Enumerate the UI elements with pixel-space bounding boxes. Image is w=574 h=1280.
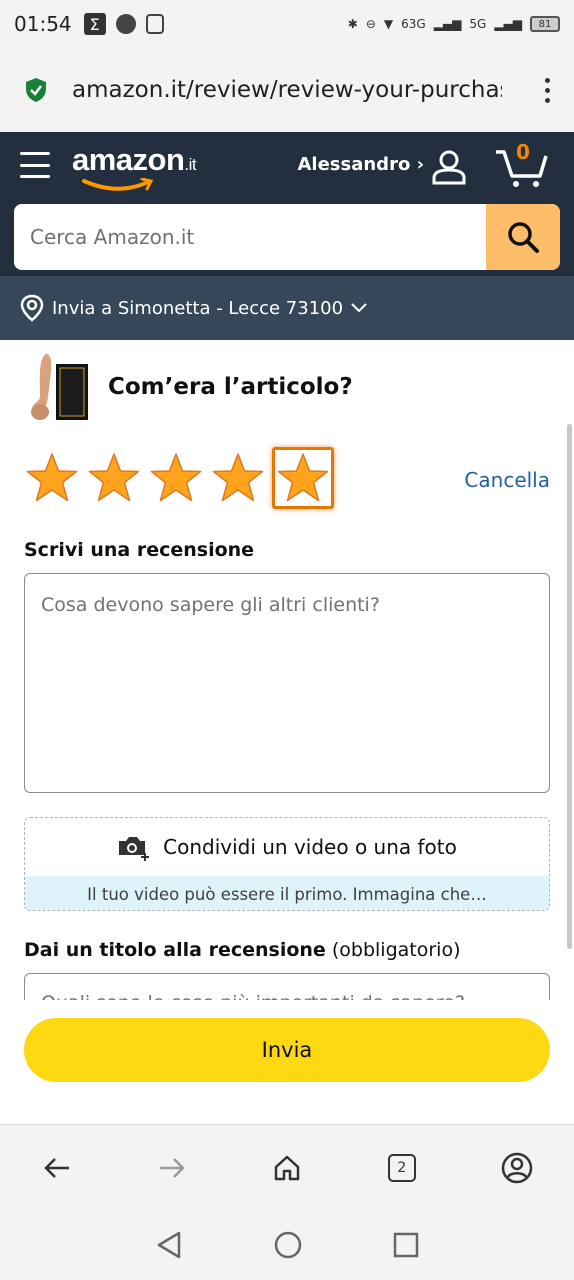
product-header: Com’era l’articolo? — [26, 350, 353, 424]
more-menu-icon[interactable] — [545, 77, 550, 103]
android-nav-bar — [0, 1210, 574, 1280]
media-upload-hint: Il tuo video può essere il primo. Immagi… — [25, 876, 549, 910]
account-link[interactable]: Alessandro › — [297, 154, 424, 175]
tabs-button[interactable]: 2 — [382, 1148, 422, 1188]
profile-button[interactable] — [497, 1148, 537, 1188]
star-1-icon[interactable] — [24, 450, 80, 506]
media-upload-button[interactable]: Condividi un video o una foto — [25, 818, 549, 876]
star-rating — [24, 447, 334, 509]
star-3-icon[interactable] — [148, 450, 204, 506]
star-2-icon[interactable] — [86, 450, 142, 506]
user-icon[interactable] — [430, 148, 468, 186]
home-icon — [274, 1155, 300, 1180]
write-review-label: Scrivi una recensione — [24, 539, 255, 561]
amazon-logo[interactable]: amazon.it — [72, 142, 197, 178]
profile-icon — [501, 1152, 532, 1183]
nav-recents-icon[interactable] — [393, 1232, 419, 1258]
signal-icon: ▂▄▆ — [433, 17, 462, 31]
submit-button[interactable]: Invia — [24, 1018, 550, 1082]
nav-back-icon[interactable] — [155, 1230, 183, 1260]
scrollbar[interactable] — [567, 424, 572, 949]
review-form: Com’era l’articolo? Cancella Scrivi una … — [0, 340, 574, 1000]
forward-arrow-icon — [160, 1157, 185, 1178]
network-label-2: 5G — [469, 17, 487, 31]
back-button[interactable] — [37, 1148, 77, 1188]
product-image — [31, 354, 88, 420]
review-question: Com’era l’articolo? — [108, 374, 353, 400]
search-button[interactable] — [486, 204, 560, 270]
url-bar[interactable]: amazon.it/review/review-your-purchas — [0, 48, 574, 132]
notification-dot-icon — [115, 14, 136, 34]
nav-home-icon[interactable] — [273, 1230, 303, 1260]
signal-icon-2: ▂▄▆ — [494, 17, 522, 31]
search-input[interactable] — [14, 204, 486, 270]
deliver-to-label: Invia a Simonetta - Lecce 73100 — [52, 297, 344, 319]
network-label-1: 63G — [401, 17, 426, 31]
sigma-icon: Σ — [83, 13, 106, 35]
review-textarea[interactable] — [24, 573, 550, 793]
amazon-header: amazon.it Alessandro › 0 — [0, 132, 574, 276]
status-time: 01:54 — [14, 12, 72, 36]
review-title-input[interactable] — [24, 973, 550, 1000]
amazon-smile-icon — [82, 178, 154, 191]
browser-toolbar: 2 — [0, 1124, 574, 1210]
search-bar — [14, 204, 560, 270]
url-text[interactable]: amazon.it/review/review-your-purchas — [72, 77, 502, 103]
battery-icon: 81 — [530, 16, 560, 32]
submit-area: Invia — [0, 1000, 574, 1124]
search-icon — [508, 222, 539, 253]
review-title-label: Dai un titolo alla recensione (obbligato… — [24, 939, 461, 961]
status-bar: 01:54 Σ ✱ ⊖ ▼ 63G ▂▄▆ 5G ▂▄▆ 81 — [0, 0, 574, 48]
location-pin-icon — [20, 294, 44, 322]
dnd-icon: ⊖ — [365, 17, 376, 31]
media-upload-label: Condividi un video o una foto — [163, 835, 457, 859]
bluetooth-icon: ✱ — [347, 17, 358, 31]
cart-count: 0 — [516, 140, 530, 164]
forward-button[interactable] — [152, 1148, 192, 1188]
cancel-rating-link[interactable]: Cancella — [464, 468, 550, 492]
wifi-icon: ▼ — [383, 17, 394, 31]
lock-icon — [145, 14, 164, 34]
media-upload-box[interactable]: Condividi un video o una foto Il tuo vid… — [24, 817, 550, 911]
back-arrow-icon — [44, 1157, 70, 1178]
deliver-to-bar[interactable]: Invia a Simonetta - Lecce 73100 — [0, 276, 574, 340]
star-5-icon[interactable] — [272, 447, 334, 509]
tab-count: 2 — [387, 1153, 416, 1182]
secure-shield-icon — [26, 78, 46, 102]
camera-add-icon — [119, 837, 150, 861]
hamburger-menu-icon[interactable] — [20, 152, 50, 178]
home-button[interactable] — [267, 1148, 307, 1188]
chevron-down-icon — [351, 303, 367, 313]
star-4-icon[interactable] — [210, 450, 266, 506]
